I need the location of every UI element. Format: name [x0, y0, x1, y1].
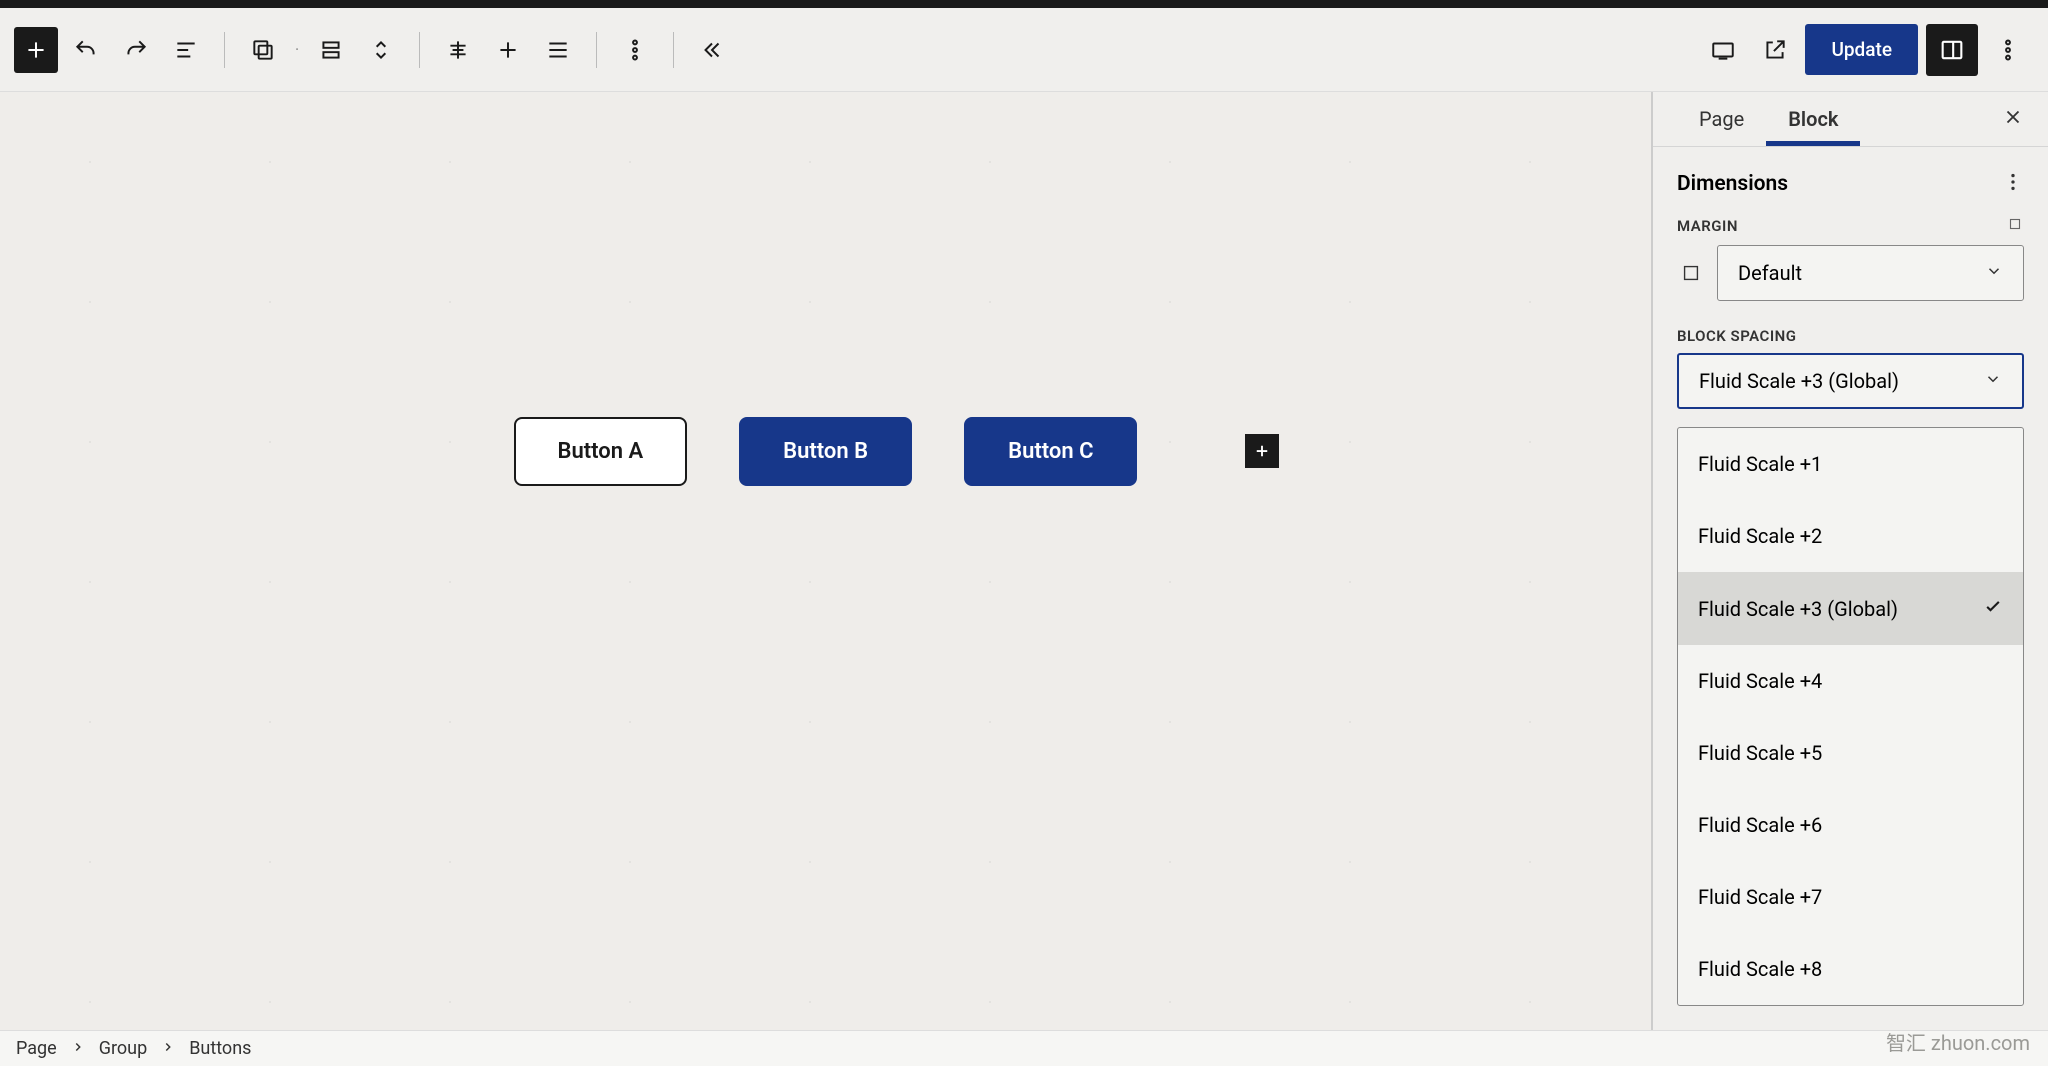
panel-options-button[interactable] — [2002, 171, 2024, 197]
chevron-right-icon — [161, 1038, 175, 1059]
margin-label: MARGIN — [1677, 215, 2024, 237]
divider — [596, 32, 597, 68]
justify-button[interactable] — [536, 27, 580, 73]
option-label: Fluid Scale +4 — [1698, 669, 1822, 693]
dimensions-panel: Dimensions MARGIN Default BLOCK SP — [1653, 147, 2048, 1030]
close-sidebar-button[interactable] — [2002, 106, 2024, 132]
block-spacing-dropdown: Fluid Scale +1 Fluid Scale +2 Fluid Scale … — [1677, 427, 2024, 1006]
undo-button[interactable] — [64, 27, 108, 73]
block-spacing-option[interactable]: Fluid Scale +4 — [1678, 645, 2023, 717]
more-options-button[interactable] — [1986, 27, 2030, 73]
block-spacing-option[interactable]: Fluid Scale +8 — [1678, 933, 2023, 1005]
breadcrumb-item[interactable]: Group — [99, 1038, 147, 1059]
block-spacing-option[interactable]: Fluid Scale +7 — [1678, 861, 2023, 933]
settings-sidebar: Page Block Dimensions MARGIN — [1652, 92, 2048, 1030]
block-spacing-label: BLOCK SPACING — [1677, 327, 2024, 345]
buttons-block[interactable]: Button A Button B Button C — [514, 417, 1138, 486]
canvas-button-a[interactable]: Button A — [514, 417, 688, 486]
copy-button[interactable] — [241, 27, 285, 73]
editor-canvas[interactable]: Button A Button B Button C — [0, 92, 1652, 1030]
preview-button[interactable] — [1701, 27, 1745, 73]
block-options-button[interactable] — [613, 27, 657, 73]
block-spacing-value: Fluid Scale +3 (Global) — [1699, 369, 1899, 393]
redo-button[interactable] — [114, 27, 158, 73]
divider — [673, 32, 674, 68]
option-label: Fluid Scale +5 — [1698, 741, 1822, 765]
add-block-button[interactable] — [14, 27, 58, 73]
chevron-down-icon — [1984, 369, 2002, 393]
sidebar-tabs: Page Block — [1653, 92, 2048, 147]
panel-title-dimensions: Dimensions — [1677, 172, 1788, 196]
align-center-button[interactable] — [436, 27, 480, 73]
separator-dot: · — [295, 40, 299, 59]
collapse-toolbar-button[interactable] — [690, 27, 734, 73]
update-button[interactable]: Update — [1805, 24, 1918, 75]
option-label: Fluid Scale +6 — [1698, 813, 1822, 837]
align-middle-button[interactable] — [486, 27, 530, 73]
chevron-right-icon — [71, 1038, 85, 1059]
option-label: Fluid Scale +7 — [1698, 885, 1822, 909]
top-toolbar: · Update — [0, 8, 2048, 92]
option-label: Fluid Scale +1 — [1698, 452, 1822, 476]
divider — [224, 32, 225, 68]
chevron-down-icon — [1985, 261, 2003, 285]
browser-chrome — [0, 0, 2048, 8]
layout-button[interactable] — [309, 27, 353, 73]
breadcrumb: Page Group Buttons — [0, 1030, 2048, 1066]
document-overview-button[interactable] — [164, 27, 208, 73]
unlink-sides-icon[interactable] — [2006, 215, 2024, 237]
block-spacing-option[interactable]: Fluid Scale +2 — [1678, 500, 2023, 572]
divider — [419, 32, 420, 68]
margin-sides-icon[interactable] — [1677, 259, 1705, 287]
move-up-down-button[interactable] — [359, 27, 403, 73]
block-spacing-option[interactable]: Fluid Scale +6 — [1678, 789, 2023, 861]
block-spacing-option[interactable]: Fluid Scale +1 — [1678, 428, 2023, 500]
check-icon — [1983, 596, 2003, 621]
block-spacing-option[interactable]: Fluid Scale +3 (Global) — [1678, 572, 2023, 645]
tab-block[interactable]: Block — [1766, 92, 1860, 146]
option-label: Fluid Scale +3 (Global) — [1698, 597, 1898, 621]
canvas-button-c[interactable]: Button C — [964, 417, 1137, 486]
view-page-button[interactable] — [1753, 27, 1797, 73]
option-label: Fluid Scale +2 — [1698, 524, 1822, 548]
sidebar-toggle-button[interactable] — [1926, 24, 1978, 76]
block-spacing-select[interactable]: Fluid Scale +3 (Global) — [1677, 353, 2024, 409]
margin-value: Default — [1738, 261, 1802, 285]
margin-select[interactable]: Default — [1717, 245, 2024, 301]
tab-page[interactable]: Page — [1677, 92, 1766, 146]
breadcrumb-item[interactable]: Buttons — [189, 1038, 251, 1059]
add-inner-block-button[interactable] — [1245, 434, 1279, 468]
breadcrumb-item[interactable]: Page — [16, 1038, 57, 1059]
canvas-button-b[interactable]: Button B — [739, 417, 912, 486]
option-label: Fluid Scale +8 — [1698, 957, 1822, 981]
block-spacing-option[interactable]: Fluid Scale +5 — [1678, 717, 2023, 789]
